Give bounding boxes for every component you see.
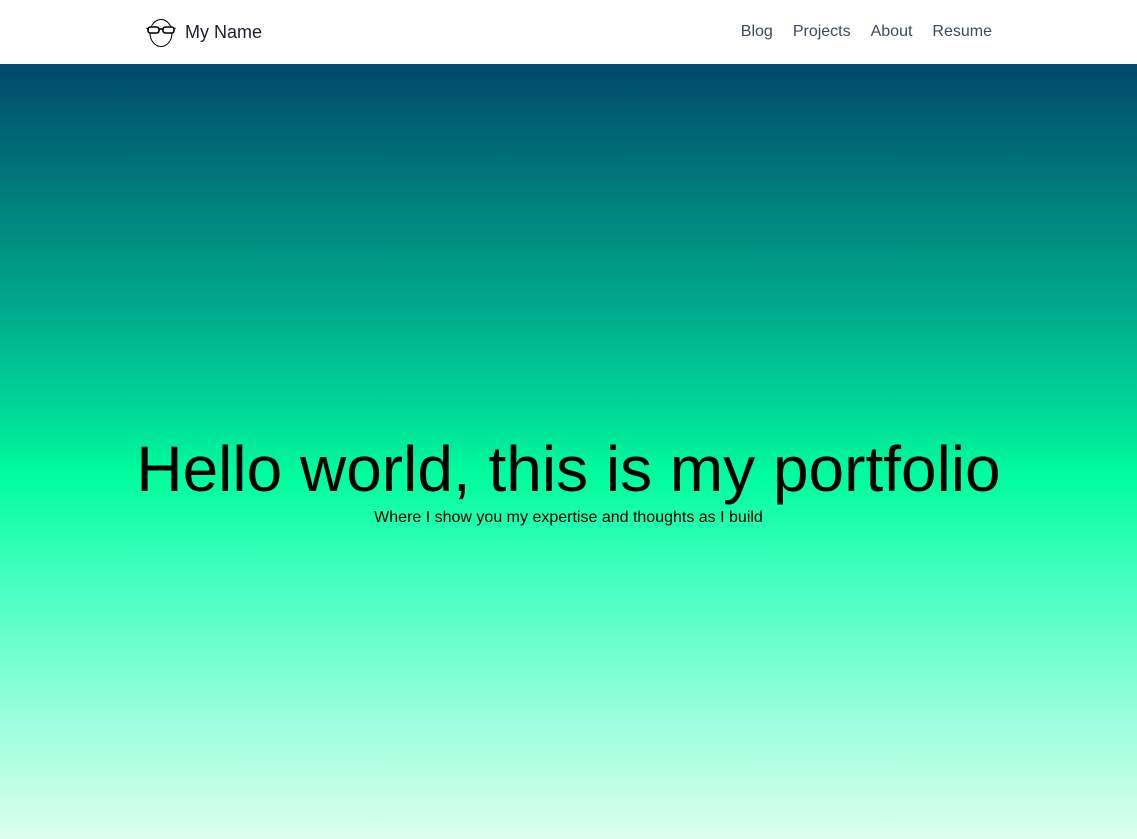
nav-link-about[interactable]: About (871, 20, 913, 44)
navbar: My Name Blog Projects About Resume (0, 0, 1137, 64)
nav-link-resume[interactable]: Resume (932, 20, 992, 44)
hero-subtitle: Where I show you my expertise and though… (374, 509, 763, 526)
nav-link-blog[interactable]: Blog (741, 20, 773, 44)
nav-links: Blog Projects About Resume (741, 20, 992, 44)
brand-name: My Name (185, 21, 263, 42)
hero-title: Hello world, this is my portfolio (136, 433, 1001, 505)
nav-link-projects[interactable]: Projects (793, 20, 851, 44)
brand-home-link[interactable]: My Name (146, 16, 262, 48)
glasses-face-icon (146, 17, 176, 47)
hero-section: Hello world, this is my portfolio Where … (0, 64, 1137, 839)
